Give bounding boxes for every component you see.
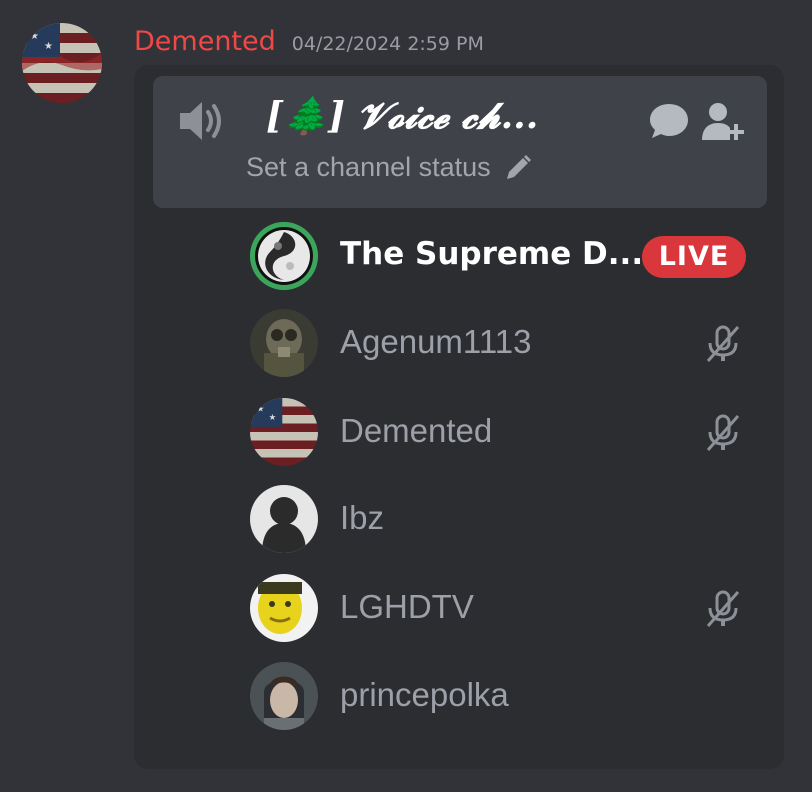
discord-message: ★ ★ Demented 04/22/2024 2:59 PM [🌲] 𝓥𝓸𝓲𝓬…	[0, 0, 812, 792]
author-name[interactable]: Demented	[134, 26, 276, 57]
set-channel-status[interactable]: Set a channel status	[246, 152, 533, 183]
member-name: Demented	[340, 412, 493, 449]
avatar	[250, 222, 318, 290]
member-name: Ibz	[340, 499, 385, 536]
muted-mic-icon	[706, 590, 740, 627]
chat-icon[interactable]	[648, 101, 690, 141]
message-header: Demented 04/22/2024 2:59 PM	[134, 26, 484, 57]
member-row[interactable]: princepolka	[250, 662, 750, 734]
channel-status-text: Set a channel status	[246, 152, 491, 182]
svg-text:★: ★	[30, 31, 39, 42]
live-badge: LIVE	[642, 236, 746, 278]
speaker-icon	[180, 102, 221, 140]
muted-mic-icon	[706, 414, 740, 451]
muted-mic-icon	[706, 325, 740, 362]
svg-text:★: ★	[44, 41, 53, 52]
author-avatar[interactable]: ★ ★	[22, 23, 102, 103]
avatar: ★ ★	[250, 398, 318, 466]
pencil-icon	[506, 154, 531, 179]
svg-text:★: ★	[257, 405, 265, 415]
member-row[interactable]: Agenum1113	[250, 309, 750, 381]
member-name: Agenum1113	[340, 323, 532, 360]
member-row[interactable]: LGHDTV	[250, 574, 750, 646]
avatar	[250, 309, 318, 377]
member-row[interactable]: ★ ★ Demented	[250, 398, 750, 470]
member-name: LGHDTV	[340, 588, 474, 625]
avatar	[250, 574, 318, 642]
avatar	[250, 662, 318, 730]
svg-text:★: ★	[269, 413, 277, 423]
timestamp: 04/22/2024 2:59 PM	[291, 33, 484, 55]
avatar	[250, 485, 318, 553]
channel-name[interactable]: [🌲] 𝓥𝓸𝓲𝓬𝓮 𝓬𝓱...	[266, 95, 538, 138]
member-row[interactable]: The Supreme D... LIVE	[250, 222, 750, 294]
add-user-icon[interactable]	[700, 100, 748, 144]
member-name: princepolka	[340, 676, 509, 713]
member-name: The Supreme D...	[340, 236, 644, 272]
member-row[interactable]: Ibz	[250, 485, 750, 557]
